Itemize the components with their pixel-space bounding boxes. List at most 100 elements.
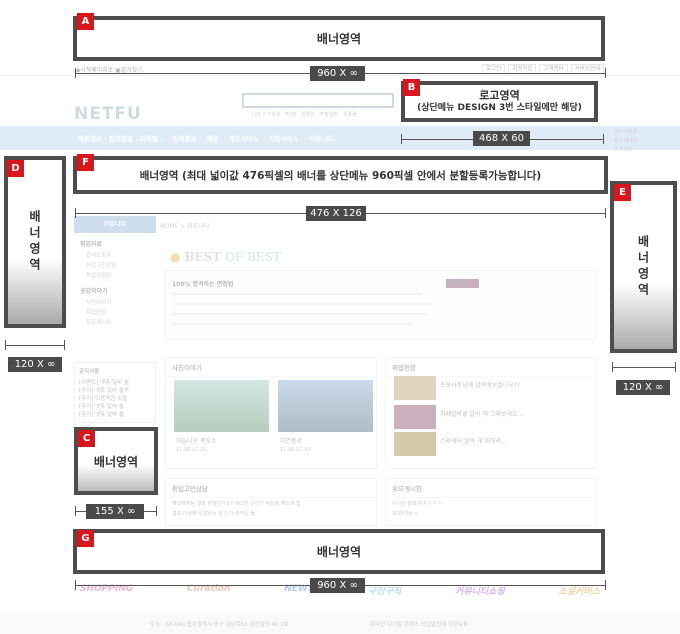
banner-label: 배너영역 [316,32,362,46]
notice-box: 공지사항 [이벤트] 넷츄 일바 솔 [공지] 넷츄 일바 솔루 [공지] 이용… [74,362,156,423]
photo-date: 11.06.17.19 [280,447,311,453]
best-title-a: BEST [184,250,222,264]
field-thumbnail[interactable] [394,376,436,400]
best-weekly: 금주에베스트 [446,279,480,288]
sidebar-item[interactable]: 합격노하우 [74,250,156,260]
field-thumbnail[interactable] [394,405,436,429]
panel-title: 유모게시판 [386,479,596,498]
sidebar-item[interactable]: 취업현장 [74,307,156,317]
dimension-tick [401,134,402,144]
marker-b: B [403,79,420,96]
marker-e: E [614,184,631,201]
banner-area-a: 배너영역 [73,16,605,61]
photo-date: 11.06.17.21 [176,447,207,453]
banner-area-e: 배너영역 [610,181,677,353]
photo-caption[interactable]: 하늘다운 폭포수 [176,436,217,445]
notice-item[interactable]: [공지] 넷츄 일바 솔 [79,410,151,418]
dimension-label: 120 X ∞ [616,380,670,395]
notice-item[interactable]: [공지] 넷츄 일바 솔 [79,402,151,410]
dimension-tick [156,506,157,516]
sidebar-item[interactable]: 사진이야기 [74,297,156,307]
banner-area-f: 배너영역 (최대 넓이값 476픽셀의 배너를 상단메뉴 960픽셀 안에서 분… [73,156,608,194]
site-logo[interactable]: NETFU [74,104,142,124]
sidebar: 커뮤니티 취업자료 합격노하우 취업고민상담 취업경험담 공감이야기 사진이야기… [74,216,156,327]
dimension-tick [5,340,6,350]
logo-area-b: 로고영역 (상단메뉴 DESIGN 3번 스타일에만 해당) [401,81,598,122]
dimension-line [6,345,64,346]
dimension-label: 960 X ∞ [310,66,365,81]
banner-label: 배너영역 [27,210,42,274]
dimension-tick [612,362,613,372]
dimension-tick [75,506,76,516]
nav-item-jobs[interactable]: 채용정보 · 업직종별 · 지역별 · [78,133,163,143]
nav-item-community[interactable]: 커뮤니티 [308,133,332,143]
notice-item[interactable]: [이벤트] 넷츄 일바 솔 [79,378,151,386]
dimension-tick [64,340,65,350]
nav-item-personal[interactable]: 개인서비스 [228,133,258,143]
humor-item[interactable]: 유시산 쓸때 치치ㅋㅋㅋ [392,500,441,507]
marker-d: D [7,160,24,177]
dimension-label: 960 X ∞ [310,578,365,593]
marker-f: F [77,154,94,171]
humor-item[interactable]: 3D하이브 v [392,510,417,517]
text-line [172,303,432,305]
banner-label: 배너영역 [93,454,139,469]
nav-item-company[interactable]: 기업서비스 [268,133,298,143]
banner-label: 배너영역 (최대 넓이값 476픽셀의 배너를 상단메뉴 960픽셀 안에서 분… [139,169,542,182]
photo-caption[interactable]: 자연풍경 [280,436,302,445]
dimension-tick [603,134,604,144]
footer-notice: 온라인 디지털 콘텐츠 산업발전에 의한보호 [370,622,469,628]
main-nav: 채용정보 · 업직종별 · 지역별 · 인재정보 채용 개인서비스 기업서비스 … [0,126,680,150]
text-line [172,323,412,325]
notice-item[interactable]: [공지] 이용약관 잊을 [79,394,151,402]
popular-keywords: [인] 인기검색 · PC방 · 일본어 · 주말알바 · 생활물 [252,112,357,118]
marker-g: G [77,530,94,547]
dimension-tick [675,362,676,372]
dimension-label: 476 X 126 [306,206,366,221]
panel-title: 취업고민상담 [166,479,376,498]
sidebar-header: 커뮤니티 [74,216,156,233]
logo-area-note: (상단메뉴 DESIGN 3번 스타일에만 해당) [417,102,582,113]
nav-side-links: 금주의채용 유료서비스 고객센터 [614,129,638,153]
field-item[interactable]: 초보사장님께 알바에보겠나요?? [440,380,520,389]
search-input[interactable] [242,93,394,108]
dimension-line [613,367,675,368]
dimension-label: 120 X ∞ [8,357,62,372]
footer: 주소 : 50-040 합주광역시 동구 금남로61 남산빌딩 40 1호 온라… [0,612,680,634]
marker-c: C [78,430,95,447]
field-item[interactable]: 스와케터 알바 해 대해서... [440,436,507,445]
best-title-b: OF BEST [225,250,281,264]
sidebar-section-title: 취업자료 [80,241,103,248]
consult-item[interactable]: 접보 이상해서 알바는 임 인가 되어있 물 [172,510,255,517]
banner-label: 배너영역 [316,545,362,559]
field-item[interactable]: 카페알바할 알바 해 그래보세요... [440,409,523,418]
field-thumbnail[interactable] [394,432,436,456]
banner-area-d: 배너영역 [4,156,66,328]
nav-item-recruit[interactable]: 채용 [206,133,218,143]
consult-item[interactable]: 해외마케팅 알바 무엇인가요? 바다한 곳인가 작성을 해드리 합 [172,500,372,507]
dimension-tick [605,580,606,590]
logo-area-label: 로고영역 [479,88,520,102]
best-headline[interactable]: 100% 합격하는 면접법 [172,279,233,288]
photo-thumbnail[interactable] [174,380,269,432]
banner-area-g: 배너영역 [73,529,605,574]
text-line [172,293,422,295]
marker-a: A [77,13,94,30]
sidebar-item[interactable]: 유모게시판 [74,317,156,327]
dimension-label: 155 X ∞ [86,504,144,519]
dimension-tick [75,68,76,78]
notice-item[interactable]: [공지] 넷츄 일바 솔루 [79,386,151,394]
sidebar-section-title: 공감이야기 [80,288,108,295]
notice-title: 공지사항 [79,369,100,375]
best-of-best-title: ● BEST OF BEST [170,250,281,264]
breadcrumb: HOME > 커뮤니티 [160,223,210,230]
star-icon: ● [170,250,181,264]
footer-address: 주소 : 50-040 합주광역시 동구 금남로61 남산빌딩 40 1호 [150,622,289,628]
dimension-label: 468 X 60 [473,131,530,146]
sidebar-item[interactable]: 취업경험담 [74,270,156,280]
banner-label: 배너영역 [636,235,650,299]
nav-item-talent[interactable]: 인재정보 [173,133,197,143]
panel-title: 취업현장 [386,358,596,377]
photo-thumbnail[interactable] [278,380,373,432]
sidebar-item[interactable]: 취업고민상담 [74,260,156,270]
